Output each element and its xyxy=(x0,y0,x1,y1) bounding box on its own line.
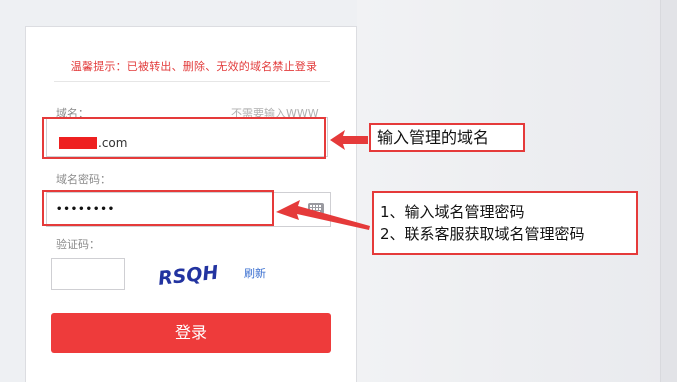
password-arrow-icon xyxy=(276,200,370,230)
domain-arrow-icon xyxy=(330,130,368,150)
callout-arrows xyxy=(276,130,370,230)
